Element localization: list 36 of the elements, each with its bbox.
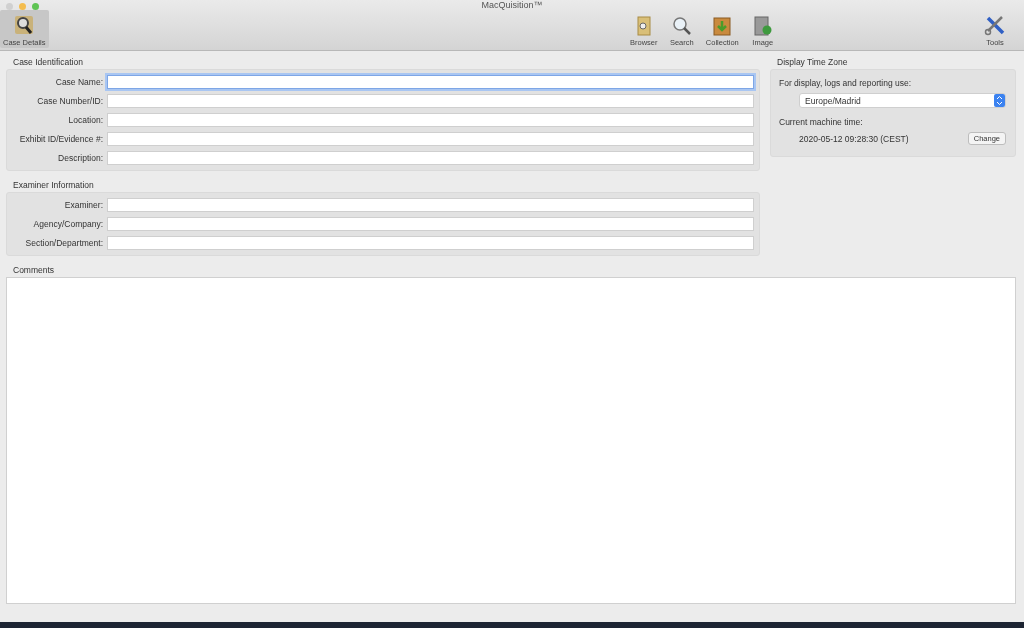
section-title: Case Identification	[12, 56, 84, 69]
timezone-dropdown[interactable]: Europe/Madrid	[799, 93, 1006, 108]
search-icon	[671, 16, 692, 36]
field-label: Location:	[67, 115, 104, 125]
comments-field[interactable]	[6, 277, 1016, 604]
section-title: Display Time Zone	[776, 56, 849, 69]
box-icon	[713, 16, 732, 36]
field-label: Section/Department:	[24, 238, 104, 248]
machine-time-label: Current machine time:	[779, 117, 864, 127]
input-field[interactable]	[107, 151, 754, 165]
close-button[interactable]	[6, 3, 13, 10]
input-field[interactable]	[107, 217, 754, 231]
folder-icon	[634, 16, 653, 36]
input-field[interactable]	[107, 75, 754, 89]
window-title: MacQuisition™	[481, 0, 543, 10]
section-title: Comments	[12, 264, 56, 277]
machine-time: 2020-05-12 09:28:30 (CEST)	[799, 133, 909, 144]
prompt-text: For display, logs and reporting use:	[779, 78, 913, 88]
drive-icon	[753, 16, 772, 36]
field-label: Examiner:	[63, 200, 104, 210]
stepper-icon	[994, 94, 1005, 107]
input-field[interactable]	[107, 94, 754, 108]
field-label: Agency/Company:	[32, 219, 104, 229]
input-field[interactable]	[107, 113, 754, 127]
field-label: Case Number/ID:	[36, 96, 104, 106]
input-field[interactable]	[107, 236, 754, 250]
magnifier-icon	[13, 14, 36, 36]
field-label: Exhibit ID/Evidence #:	[18, 134, 104, 144]
field-label: Case Name:	[54, 77, 104, 87]
zoom-button[interactable]	[32, 3, 39, 10]
field-label: Description:	[57, 153, 104, 163]
minimize-button[interactable]	[19, 3, 26, 10]
tools-icon	[984, 14, 1006, 36]
section-title: Examiner Information	[12, 179, 95, 192]
input-field[interactable]	[107, 132, 754, 146]
input-field[interactable]	[107, 198, 754, 212]
